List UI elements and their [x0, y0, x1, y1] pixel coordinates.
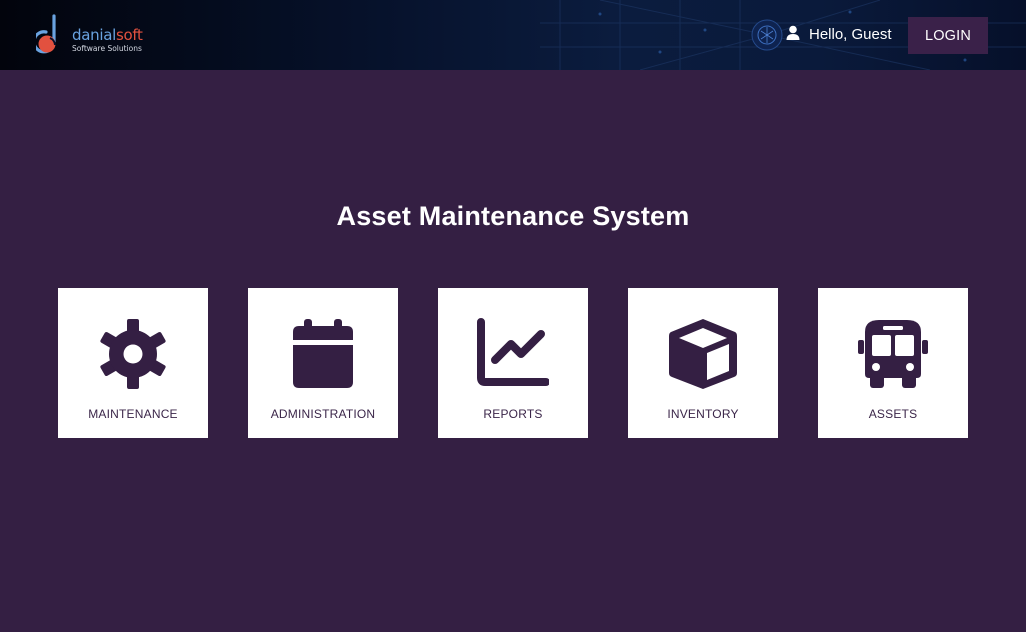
- brand-name-part1: danial: [72, 26, 116, 44]
- tile-label: ADMINISTRATION: [270, 407, 376, 421]
- box-icon: [669, 319, 737, 389]
- brand-name-part2: soft: [115, 26, 143, 44]
- danialsoft-logo[interactable]: danialsoft Software Solutions: [36, 12, 156, 58]
- globe-icon: [751, 19, 783, 51]
- tile-reports[interactable]: REPORTS: [438, 288, 588, 438]
- brand-name: danialsoft: [72, 26, 143, 44]
- login-button[interactable]: LOGIN: [908, 17, 988, 54]
- top-header: danialsoft Software Solutions Hello, Gue…: [0, 0, 1026, 70]
- tile-inventory[interactable]: INVENTORY: [628, 288, 778, 438]
- tile-label: REPORTS: [483, 407, 543, 421]
- tile-administration[interactable]: ADMINISTRATION: [248, 288, 398, 438]
- page-title: Asset Maintenance System: [336, 201, 690, 231]
- brand-tagline: Software Solutions: [72, 44, 142, 53]
- tile-label: INVENTORY: [667, 407, 739, 421]
- user-greeting: Hello, Guest: [809, 26, 892, 43]
- gear-icon: [100, 319, 166, 389]
- tile-label: MAINTENANCE: [88, 407, 178, 421]
- logo-mark-icon: [36, 14, 56, 54]
- bus-icon: [858, 320, 928, 388]
- calendar-icon: [293, 319, 353, 388]
- tile-label: ASSETS: [868, 407, 918, 421]
- user-icon: [786, 25, 800, 40]
- module-tiles: MAINTENANCE ADMINISTRATION REPORTS INVEN…: [58, 288, 968, 438]
- line-chart-icon: [477, 318, 549, 386]
- tile-assets[interactable]: ASSETS: [818, 288, 968, 438]
- tile-maintenance[interactable]: MAINTENANCE: [58, 288, 208, 438]
